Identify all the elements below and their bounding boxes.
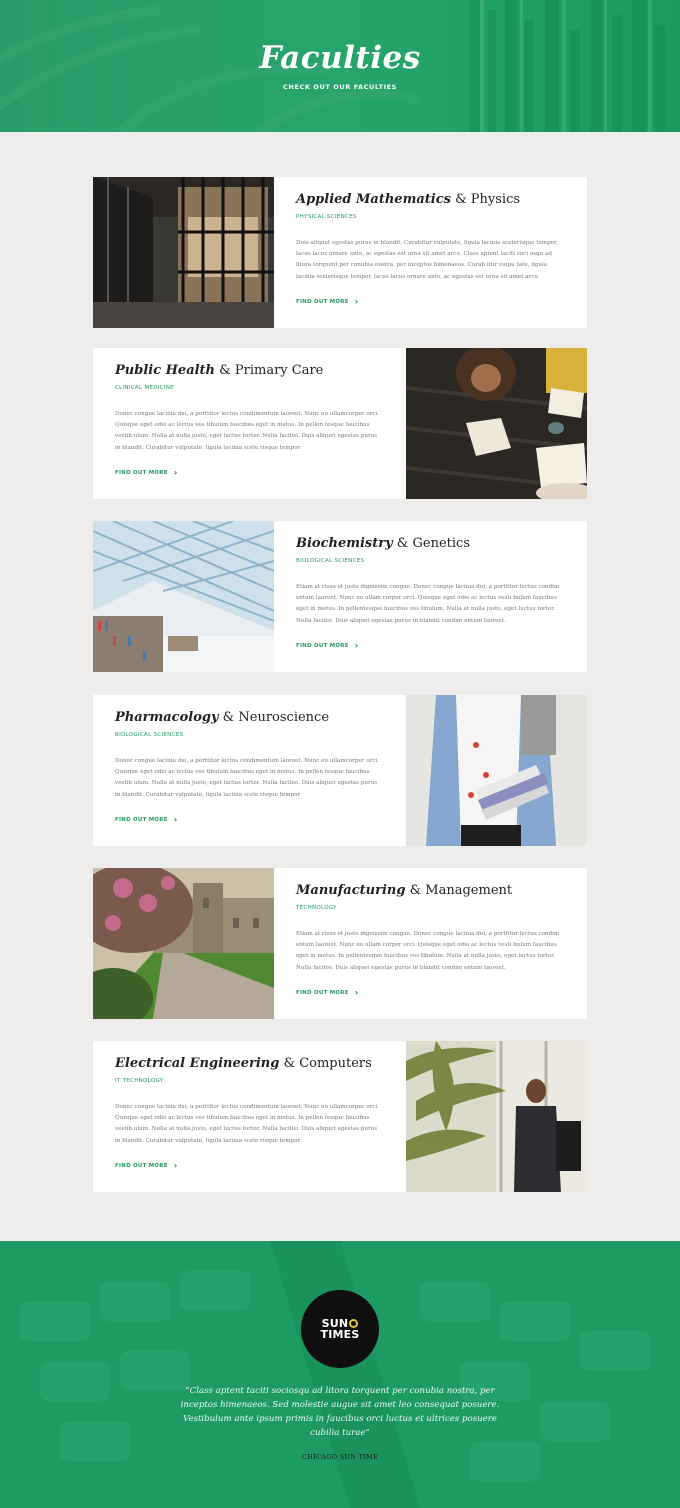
faculty-card-applied-mathematics: Applied Mathematics & Physics PHYSICAL S…: [93, 177, 587, 328]
student-with-phone-photo: [406, 1041, 587, 1192]
faculty-description: Etiam at risus et justo dignissim congue…: [296, 931, 560, 971]
faculty-title: Biochemistry & Genetics: [296, 536, 470, 551]
faculty-category: BIOLOGICAL SCIENCES: [296, 558, 365, 564]
find-out-more-link[interactable]: FIND OUT MORE ››: [296, 297, 357, 306]
faculty-title: Applied Mathematics & Physics: [296, 192, 521, 207]
testimonial-quote: “Class aptent taciti sociosqu ad litora …: [180, 1386, 500, 1438]
student-with-books-photo: [406, 695, 587, 846]
find-out-more-link[interactable]: FIND OUT MORE ››: [115, 1161, 176, 1170]
faculty-description: Donec congue lacinia dui, a porttitor le…: [115, 411, 379, 451]
chevron-right-icon: ››: [354, 988, 357, 997]
faculty-card-pharmacology: Pharmacology & Neuroscience BIOLOGICAL S…: [93, 695, 587, 846]
library-interior-photo: [93, 177, 274, 328]
faculty-category: IT TECHNOLOGY: [115, 1078, 164, 1084]
chevron-right-icon: ››: [354, 297, 357, 306]
faculty-category: BIOLOGICAL SCIENCES: [115, 732, 184, 738]
testimonial-attribution: CHICAGO SUN TIME: [301, 1453, 379, 1461]
testimonial-section: SUN TIMES “Class aptent taciti sociosqu …: [0, 1241, 680, 1508]
footer-background-image: [0, 1241, 680, 1508]
logo-text-line2: TIMES: [320, 1328, 360, 1341]
sun-times-logo: SUN TIMES: [301, 1290, 379, 1368]
faculty-card-public-health: Public Health & Primary Care CLINICAL ME…: [93, 348, 587, 499]
faculty-title: Electrical Engineering & Computers: [115, 1056, 372, 1071]
chevron-right-icon: ››: [173, 815, 176, 824]
faculty-card-electrical-engineering: Electrical Engineering & Computers IT TE…: [93, 1041, 587, 1192]
find-out-more-link[interactable]: FIND OUT MORE ››: [115, 468, 176, 477]
faculty-description: Etiam at risus et justo dignissim congue…: [296, 584, 560, 624]
faculty-title: Manufacturing & Management: [296, 883, 513, 898]
faculty-category: PHYSICAL SCIENCES: [296, 214, 357, 220]
page-title: Faculties: [259, 40, 421, 76]
campus-path-photo: [93, 868, 274, 1019]
faculty-description: Duis aliquet egestas purus in blandit. C…: [296, 240, 558, 280]
modern-library-photo: [93, 521, 274, 672]
chevron-right-icon: ››: [173, 468, 176, 477]
chevron-right-icon: ››: [173, 1161, 176, 1170]
faculty-card-manufacturing: Manufacturing & Management TECHNOLOGY Et…: [93, 868, 587, 1019]
faculty-card-biochemistry: Biochemistry & Genetics BIOLOGICAL SCIEN…: [93, 521, 587, 672]
find-out-more-link[interactable]: FIND OUT MORE ››: [296, 641, 357, 650]
faculty-description: Donec congue lacinia dui, a porttitor le…: [115, 758, 379, 798]
find-out-more-link[interactable]: FIND OUT MORE ››: [115, 815, 176, 824]
sun-icon: [349, 1319, 359, 1328]
faculty-category: TECHNOLOGY: [296, 905, 337, 911]
faculty-title: Pharmacology & Neuroscience: [115, 710, 330, 725]
faculty-title: Public Health & Primary Care: [115, 363, 324, 378]
faculty-description: Donec congue lacinia dui, a porttitor le…: [115, 1104, 379, 1144]
find-out-more-link[interactable]: FIND OUT MORE ››: [296, 988, 357, 997]
page-subtitle: CHECK OUT OUR FACULTIES: [283, 83, 397, 91]
chevron-right-icon: ››: [354, 641, 357, 650]
students-reading-photo: [406, 348, 587, 499]
hero-banner: Faculties CHECK OUT OUR FACULTIES: [0, 0, 680, 132]
faculty-category: CLINICAL MEDICINE: [115, 385, 174, 391]
